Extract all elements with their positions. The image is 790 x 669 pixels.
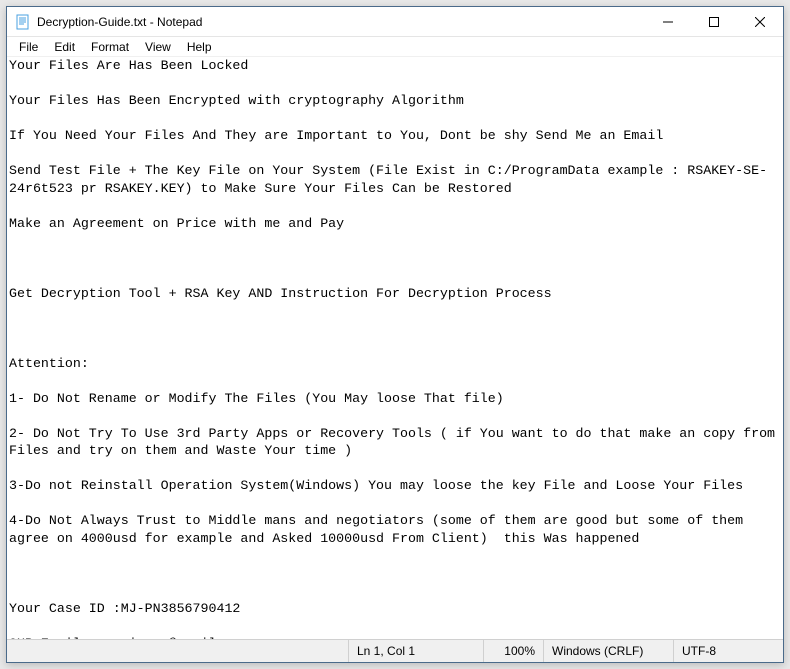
status-eol: Windows (CRLF): [543, 640, 673, 662]
menu-format[interactable]: Format: [83, 39, 137, 55]
status-zoom: 100%: [483, 640, 543, 662]
menu-file[interactable]: File: [11, 39, 46, 55]
status-encoding: UTF-8: [673, 640, 783, 662]
document-text[interactable]: Your Files Are Has Been Locked Your File…: [7, 57, 783, 639]
minimize-button[interactable]: [645, 7, 691, 37]
window-title: Decryption-Guide.txt - Notepad: [37, 15, 202, 29]
notepad-window: Decryption-Guide.txt - Notepad File Edit…: [6, 6, 784, 663]
menu-help[interactable]: Help: [179, 39, 220, 55]
maximize-button[interactable]: [691, 7, 737, 37]
menu-edit[interactable]: Edit: [46, 39, 83, 55]
editor-area[interactable]: Your Files Are Has Been Locked Your File…: [7, 57, 783, 639]
notepad-icon: [15, 14, 31, 30]
minimize-icon: [663, 17, 673, 27]
maximize-icon: [709, 17, 719, 27]
status-spacer: [7, 640, 348, 662]
menu-view[interactable]: View: [137, 39, 179, 55]
status-position: Ln 1, Col 1: [348, 640, 483, 662]
close-button[interactable]: [737, 7, 783, 37]
statusbar: Ln 1, Col 1 100% Windows (CRLF) UTF-8: [7, 639, 783, 662]
menubar: File Edit Format View Help: [7, 37, 783, 57]
close-icon: [755, 17, 765, 27]
titlebar: Decryption-Guide.txt - Notepad: [7, 7, 783, 37]
